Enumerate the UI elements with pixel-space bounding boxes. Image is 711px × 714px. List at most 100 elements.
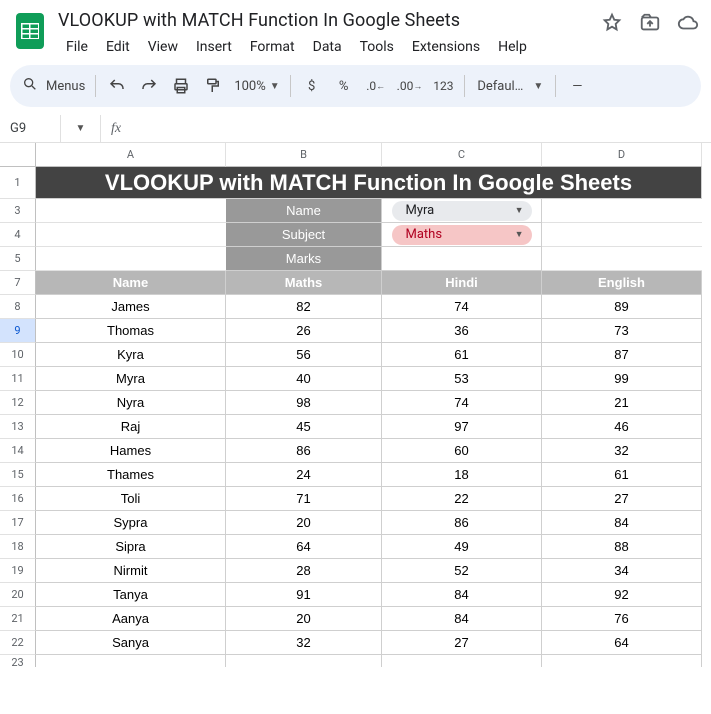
cell[interactable]: Hames — [36, 439, 226, 463]
menu-help[interactable]: Help — [490, 35, 535, 59]
row-number[interactable]: 3 — [0, 199, 36, 223]
cell[interactable]: Kyra — [36, 343, 226, 367]
cell[interactable]: 64 — [542, 631, 702, 655]
cell[interactable]: 92 — [542, 583, 702, 607]
print-button[interactable] — [166, 71, 196, 101]
col-header[interactable]: A — [36, 143, 226, 167]
row-number[interactable]: 11 — [0, 367, 36, 391]
cell[interactable] — [36, 655, 226, 667]
cell[interactable]: 76 — [542, 607, 702, 631]
cell[interactable]: Sanya — [36, 631, 226, 655]
cell[interactable]: 73 — [542, 319, 702, 343]
cell[interactable]: 46 — [542, 415, 702, 439]
row-number[interactable]: 17 — [0, 511, 36, 535]
currency-button[interactable]: $ — [297, 71, 327, 101]
cell[interactable]: 98 — [226, 391, 382, 415]
cell[interactable]: Aanya — [36, 607, 226, 631]
cell[interactable]: 84 — [542, 511, 702, 535]
cell[interactable]: 26 — [226, 319, 382, 343]
cell[interactable] — [542, 247, 702, 271]
undo-button[interactable] — [102, 71, 132, 101]
font-dropdown[interactable]: Defaul… ▼ — [471, 71, 549, 101]
col-header[interactable]: B — [226, 143, 382, 167]
cloud-icon[interactable] — [677, 12, 699, 38]
lookup-label[interactable]: Subject — [226, 223, 382, 247]
cell[interactable]: 91 — [226, 583, 382, 607]
cell[interactable] — [542, 199, 702, 223]
zoom-dropdown[interactable]: 100% ▼ — [230, 71, 283, 101]
cell[interactable] — [36, 247, 226, 271]
cell[interactable]: Thames — [36, 463, 226, 487]
name-box-dropdown[interactable]: ▼ — [61, 115, 101, 142]
cell[interactable]: 22 — [382, 487, 542, 511]
lookup-value-cell[interactable]: Myra▼ — [382, 199, 542, 223]
cell[interactable]: 84 — [382, 607, 542, 631]
cell[interactable] — [382, 655, 542, 667]
cell[interactable]: Myra — [36, 367, 226, 391]
move-icon[interactable] — [639, 12, 661, 38]
cell[interactable]: James — [36, 295, 226, 319]
row-number[interactable]: 7 — [0, 271, 36, 295]
cell[interactable]: 64 — [226, 535, 382, 559]
menu-format[interactable]: Format — [242, 35, 303, 59]
row-number[interactable]: 12 — [0, 391, 36, 415]
cell[interactable] — [542, 223, 702, 247]
cell[interactable]: 52 — [382, 559, 542, 583]
cell[interactable] — [226, 655, 382, 667]
col-header[interactable]: C — [382, 143, 542, 167]
cell[interactable] — [542, 655, 702, 667]
row-number[interactable]: 22 — [0, 631, 36, 655]
row-number[interactable]: 18 — [0, 535, 36, 559]
cell[interactable]: 27 — [542, 487, 702, 511]
name-box[interactable]: G9 — [0, 115, 61, 142]
table-header[interactable]: Maths — [226, 271, 382, 295]
table-header[interactable]: Hindi — [382, 271, 542, 295]
menu-data[interactable]: Data — [305, 35, 350, 59]
paint-format-button[interactable] — [198, 71, 228, 101]
row-number[interactable]: 10 — [0, 343, 36, 367]
row-number[interactable]: 8 — [0, 295, 36, 319]
row-number[interactable]: 4 — [0, 223, 36, 247]
cell[interactable] — [36, 223, 226, 247]
cell[interactable]: 32 — [542, 439, 702, 463]
cell[interactable]: 28 — [226, 559, 382, 583]
menu-edit[interactable]: Edit — [98, 35, 138, 59]
title-banner[interactable]: VLOOKUP with MATCH Function In Google Sh… — [36, 167, 702, 199]
cell[interactable]: 88 — [542, 535, 702, 559]
doc-title[interactable]: VLOOKUP with MATCH Function In Google Sh… — [58, 8, 591, 35]
redo-button[interactable] — [134, 71, 164, 101]
lookup-value-cell[interactable]: Maths▼ — [382, 223, 542, 247]
table-header[interactable]: Name — [36, 271, 226, 295]
cell[interactable]: 45 — [226, 415, 382, 439]
cell[interactable]: 40 — [226, 367, 382, 391]
cell[interactable]: 27 — [382, 631, 542, 655]
cell[interactable]: 74 — [382, 295, 542, 319]
cell[interactable]: 84 — [382, 583, 542, 607]
cell[interactable]: 61 — [382, 343, 542, 367]
dropdown-chip[interactable]: Myra▼ — [392, 201, 532, 221]
row-number[interactable]: 20 — [0, 583, 36, 607]
cell[interactable]: Tanya — [36, 583, 226, 607]
cell[interactable]: 86 — [382, 511, 542, 535]
cell[interactable] — [36, 199, 226, 223]
row-number[interactable]: 19 — [0, 559, 36, 583]
cell[interactable]: Toli — [36, 487, 226, 511]
cell[interactable]: 86 — [226, 439, 382, 463]
row-number[interactable]: 9 — [0, 319, 36, 343]
lookup-value-cell[interactable] — [382, 247, 542, 271]
cell[interactable]: 82 — [226, 295, 382, 319]
menu-tools[interactable]: Tools — [352, 35, 402, 59]
more-formats-button[interactable]: 123 — [428, 71, 458, 101]
lookup-label[interactable]: Marks — [226, 247, 382, 271]
cell[interactable]: Thomas — [36, 319, 226, 343]
select-all-corner[interactable] — [0, 143, 36, 167]
row-number[interactable]: 14 — [0, 439, 36, 463]
row-number[interactable]: 23 — [0, 655, 36, 667]
cell[interactable]: 36 — [382, 319, 542, 343]
formula-input[interactable] — [131, 115, 711, 142]
cell[interactable]: 99 — [542, 367, 702, 391]
cell[interactable]: 61 — [542, 463, 702, 487]
cell[interactable]: 97 — [382, 415, 542, 439]
cell[interactable]: 87 — [542, 343, 702, 367]
cell[interactable]: 60 — [382, 439, 542, 463]
